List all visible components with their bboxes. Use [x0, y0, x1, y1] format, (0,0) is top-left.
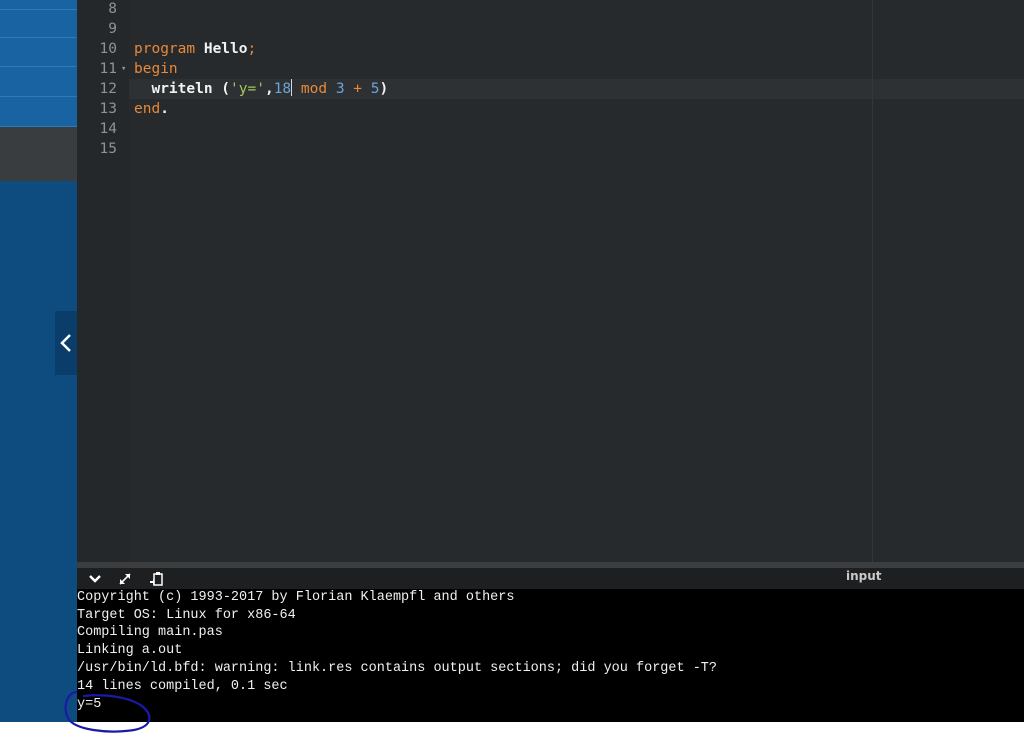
sidebar-item[interactable]: [0, 97, 77, 127]
line-number: 15: [99, 141, 117, 157]
clipboard-icon[interactable]: [149, 571, 165, 587]
output-console: Copyright (c) 1993-2017 by Florian Klaem…: [77, 589, 1024, 722]
code-editor[interactable]: 8 9 10 11 ▾ 12 13 14 15 program Hello; b…: [77, 0, 1024, 562]
code-line-10: program Hello;: [134, 39, 256, 59]
console-line: Copyright (c) 1993-2017 by Florian Klaem…: [77, 590, 515, 605]
sidebar-item-active[interactable]: [0, 127, 77, 181]
sidebar-item[interactable]: [0, 10, 77, 38]
print-margin: [872, 0, 873, 562]
line-number-gutter: 8 9 10 11 ▾ 12 13 14 15: [77, 0, 129, 562]
console-line-result: y=5: [77, 697, 102, 712]
chevron-down-icon[interactable]: [87, 571, 103, 587]
code-line-13: end.: [134, 99, 169, 119]
punctuation: ;: [247, 41, 257, 57]
number-literal: 5: [370, 81, 380, 97]
keyword: begin: [134, 61, 178, 77]
punctuation: .: [160, 101, 169, 117]
expand-arrows-icon[interactable]: [117, 571, 133, 587]
code-line-11: begin: [134, 59, 178, 79]
sidebar-item[interactable]: [0, 67, 77, 97]
operator: +: [344, 81, 371, 97]
code-line-12: writeln ('y=',18 mod 3 + 5): [134, 79, 388, 99]
keyword: mod: [292, 81, 328, 97]
sidebar: [0, 0, 77, 722]
identifier: writeln: [151, 81, 213, 97]
input-tab[interactable]: input: [846, 569, 882, 583]
line-number: 10: [99, 41, 117, 57]
line-number: 9: [108, 21, 117, 37]
line-number: 14: [99, 121, 117, 137]
line-number: 12: [99, 81, 117, 97]
line-number: 11: [99, 61, 117, 77]
chevron-left-icon: [60, 334, 71, 352]
sidebar-item[interactable]: [0, 0, 77, 10]
keyword: program: [134, 41, 196, 57]
punctuation: ,: [264, 81, 274, 97]
console-line: 14 lines compiled, 0.1 sec: [77, 679, 288, 694]
collapse-sidebar-button[interactable]: [55, 311, 77, 375]
console-line: /usr/bin/ld.bfd: warning: link.res conta…: [77, 661, 718, 676]
console-line: Linking a.out: [77, 643, 183, 658]
number-literal: 3: [335, 81, 345, 97]
keyword: end: [134, 101, 161, 117]
punctuation: (: [212, 81, 231, 97]
console-line: Compiling main.pas: [77, 625, 223, 640]
string-literal: 'y=': [230, 81, 265, 97]
line-number: 13: [99, 101, 117, 117]
punctuation: ): [379, 81, 389, 97]
output-toolbar: input: [77, 568, 1024, 589]
sidebar-item[interactable]: [0, 38, 77, 67]
console-line: Target OS: Linux for x86-64: [77, 608, 296, 623]
line-number: 8: [108, 1, 117, 17]
identifier: Hello: [195, 41, 248, 57]
fold-arrow-icon[interactable]: ▾: [121, 59, 126, 79]
number-literal: 18: [273, 81, 292, 97]
